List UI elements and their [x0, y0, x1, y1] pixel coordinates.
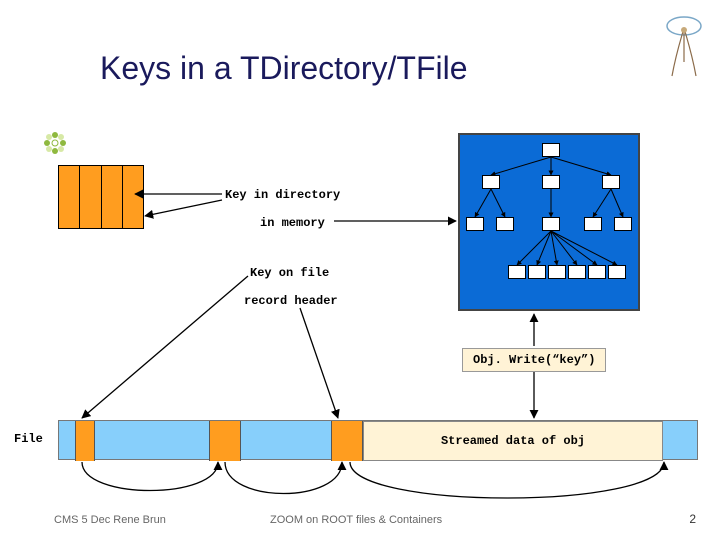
directory-key-slot — [80, 166, 101, 228]
tree-node — [542, 143, 560, 157]
tree-node — [584, 217, 602, 231]
object-tree-panel — [458, 133, 640, 311]
tree-node — [568, 265, 586, 279]
tree-node — [466, 217, 484, 231]
file-record-segment — [209, 421, 241, 461]
decorative-figure-icon — [662, 14, 706, 84]
footer-left: CMS 5 Dec Rene Brun — [54, 514, 166, 526]
tree-node — [542, 175, 560, 189]
file-record-segment — [75, 421, 95, 461]
slide-title: Keys in a TDirectory/TFile — [100, 50, 468, 87]
file-bar: Streamed data of obj — [58, 420, 698, 460]
file-record-segment — [331, 421, 363, 461]
bullet-flower-icon — [42, 130, 68, 156]
tree-node — [542, 217, 560, 231]
file-label: File — [14, 432, 43, 446]
directory-key-slot — [123, 166, 143, 228]
label-key-on-file: Key on file — [250, 266, 329, 280]
footer-page-number: 2 — [689, 512, 696, 526]
tree-node — [602, 175, 620, 189]
streamed-data-segment: Streamed data of obj — [363, 421, 663, 461]
directory-box — [58, 165, 144, 229]
label-in-memory: in memory — [260, 216, 325, 230]
tree-node — [548, 265, 566, 279]
tree-node — [496, 217, 514, 231]
tree-node — [508, 265, 526, 279]
directory-key-slot — [102, 166, 123, 228]
slide: Keys in a TDirectory/TFile Key in direct… — [0, 0, 720, 540]
tree-node — [588, 265, 606, 279]
tree-node — [482, 175, 500, 189]
label-key-in-directory: Key in directory — [225, 188, 340, 202]
tree-node — [608, 265, 626, 279]
tree-node — [528, 265, 546, 279]
label-record-header: record header — [244, 294, 338, 308]
label-obj-write: Obj. Write(“key”) — [462, 348, 606, 372]
streamed-label: Streamed data of obj — [441, 434, 585, 448]
directory-key-slot — [59, 166, 80, 228]
footer-center: ZOOM on ROOT files & Containers — [270, 514, 442, 526]
tree-node — [614, 217, 632, 231]
